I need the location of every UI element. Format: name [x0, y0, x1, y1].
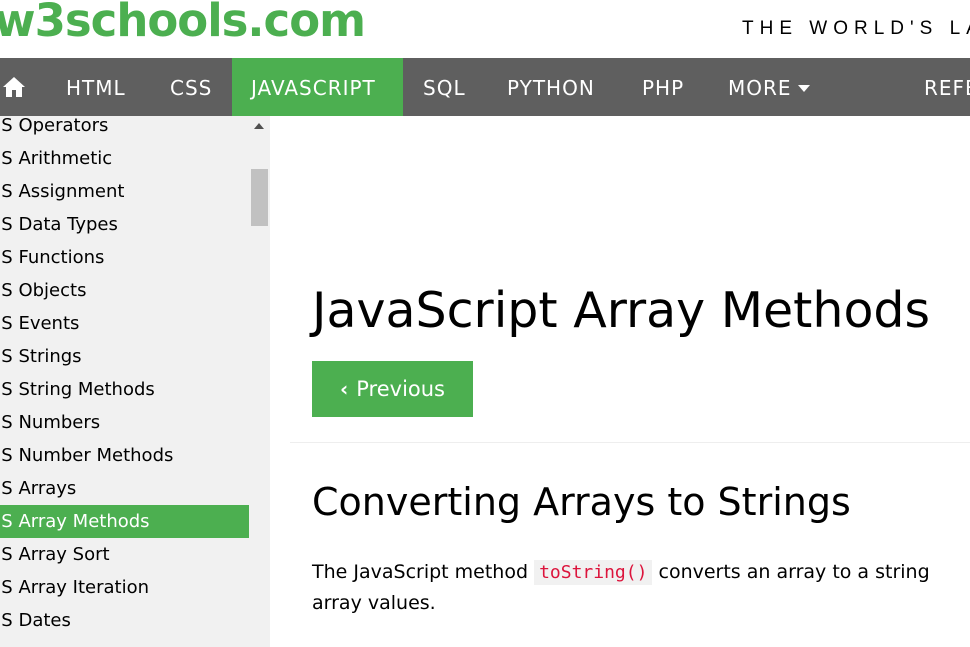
nav-javascript[interactable]: JAVASCRIPT [232, 58, 403, 116]
nav-more-label: MORE [728, 76, 792, 100]
nav-more[interactable]: MORE [728, 58, 810, 116]
paragraph-line-2: array values. [312, 592, 436, 614]
nav-html[interactable]: HTML [66, 58, 126, 116]
sidebar-scroll-thumb[interactable] [251, 169, 268, 226]
sidebar-item-js-operators[interactable]: JS Operators [0, 116, 249, 142]
sidebar-item-js-number-methods[interactable]: JS Number Methods [0, 439, 249, 472]
scroll-up-arrow-icon[interactable] [254, 123, 264, 129]
sidebar-item-js-objects[interactable]: JS Objects [0, 274, 249, 307]
sidebar-item-js-string-methods[interactable]: JS String Methods [0, 373, 249, 406]
inline-code-tostring: toString() [534, 560, 653, 585]
nav-references[interactable]: REFE [924, 58, 970, 116]
chevron-left-icon: ‹ [340, 377, 349, 401]
caret-down-icon [797, 84, 810, 92]
left-sidebar: JS Operators JS Arithmetic JS Assignment… [0, 116, 270, 647]
nav-php[interactable]: PHP [642, 58, 684, 116]
nav-python[interactable]: PYTHON [507, 58, 595, 116]
paragraph-text-before: The JavaScript method [312, 561, 535, 583]
sidebar-item-js-assignment[interactable]: JS Assignment [0, 175, 249, 208]
sidebar-item-js-numbers[interactable]: JS Numbers [0, 406, 249, 439]
sidebar-item-js-array-iteration[interactable]: JS Array Iteration [0, 571, 249, 604]
section-divider [290, 442, 970, 443]
sidebar-item-js-arithmetic[interactable]: JS Arithmetic [0, 142, 249, 175]
section-title: Converting Arrays to Strings [312, 480, 851, 524]
main-content: JavaScript Array Methods ‹ Previous Conv… [270, 116, 970, 647]
sidebar-item-js-strings[interactable]: JS Strings [0, 340, 249, 373]
sidebar-item-js-array-sort[interactable]: JS Array Sort [0, 538, 249, 571]
site-tagline: THE WORLD'S LA [742, 18, 970, 39]
site-logo[interactable]: w3schools.com [0, 0, 366, 47]
sidebar-item-js-data-types[interactable]: JS Data Types [0, 208, 249, 241]
sidebar-item-js-array-methods[interactable]: JS Array Methods [0, 505, 249, 538]
previous-button-label: Previous [356, 377, 445, 401]
site-header: w3schools.com THE WORLD'S LA [0, 0, 970, 58]
sidebar-item-js-dates[interactable]: JS Dates [0, 604, 249, 637]
home-link[interactable] [0, 58, 28, 116]
paragraph-line-1: The JavaScript method toString() convert… [312, 557, 970, 588]
home-icon [3, 77, 25, 97]
previous-button[interactable]: ‹ Previous [312, 361, 473, 417]
sidebar-item-js-functions[interactable]: JS Functions [0, 241, 249, 274]
page-title: JavaScript Array Methods [312, 282, 931, 339]
intro-paragraph: The JavaScript method toString() convert… [312, 557, 970, 619]
paragraph-text-after: converts an array to a string [652, 561, 930, 583]
nav-sql[interactable]: SQL [423, 58, 466, 116]
nav-css[interactable]: CSS [170, 58, 212, 116]
sidebar-item-js-events[interactable]: JS Events [0, 307, 249, 340]
sidebar-item-js-arrays[interactable]: JS Arrays [0, 472, 249, 505]
top-navbar: HTML CSS JAVASCRIPT SQL PYTHON PHP MORE … [0, 58, 970, 116]
